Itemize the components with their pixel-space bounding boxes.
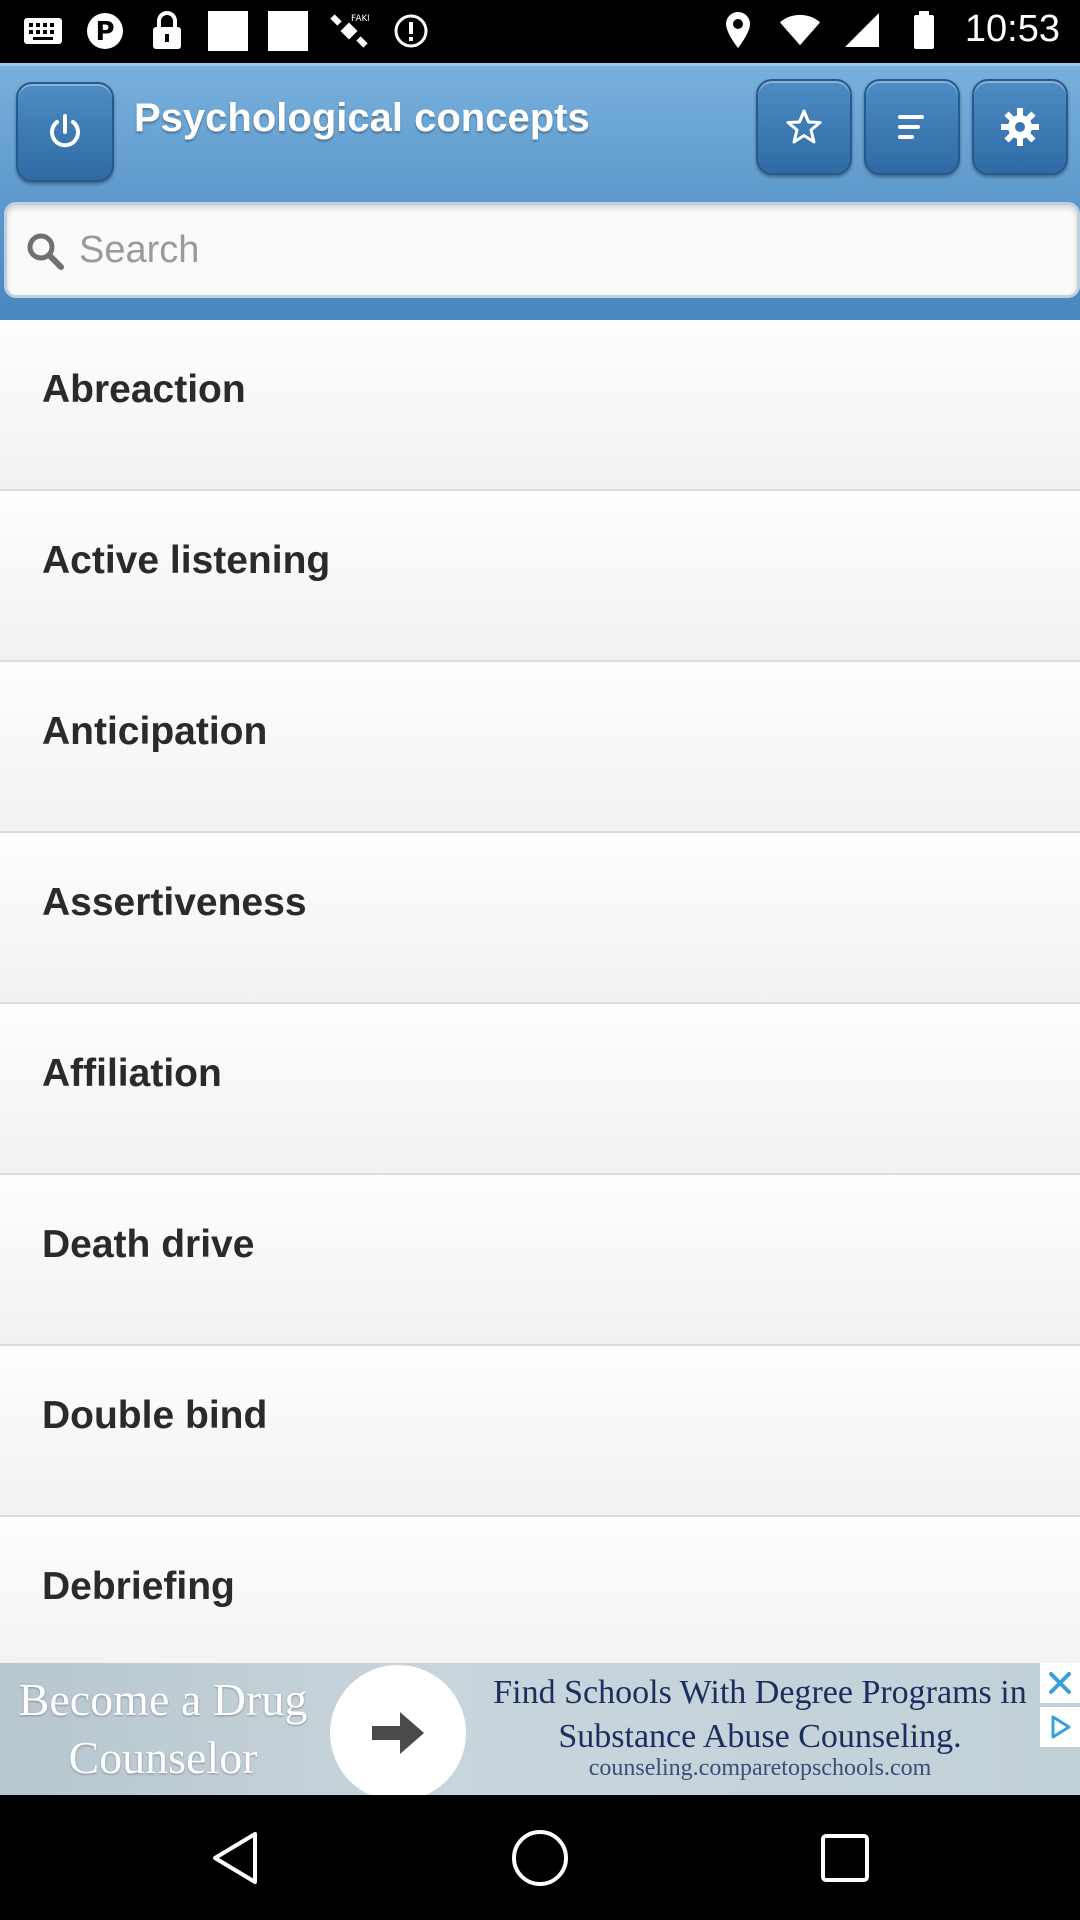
list-item[interactable]: Debriefing: [0, 1517, 1080, 1663]
navigation-bar: [0, 1795, 1080, 1920]
power-icon: [50, 114, 80, 148]
ad-banner[interactable]: Become a Drug Counselor Find Schools Wit…: [0, 1663, 1080, 1795]
keyboard-icon: [22, 10, 64, 52]
ad-close-button[interactable]: [1040, 1663, 1080, 1703]
location-icon: [717, 9, 759, 51]
list-icon: [898, 115, 924, 139]
close-icon: [1049, 1672, 1071, 1694]
svg-text:P: P: [95, 17, 114, 47]
ad-domain: counseling.comparetopschools.com: [588, 1755, 932, 1781]
list-item-label: Assertiveness: [42, 881, 307, 924]
ad-headline: Find Schools With Degree Programs in Sub…: [493, 1674, 1027, 1755]
ad-arrow-button[interactable]: [330, 1665, 466, 1795]
arrow-right-icon: [372, 1712, 424, 1754]
app-window: Psychological concepts Abreaction Active…: [0, 63, 1080, 1663]
clock: 10:53: [964, 8, 1060, 50]
status-bar: P FAKE 10:53: [0, 0, 1080, 63]
list-item[interactable]: Assertiveness: [0, 833, 1080, 1004]
list-item[interactable]: Affiliation: [0, 1004, 1080, 1175]
search-box[interactable]: [4, 202, 1080, 298]
list-item-label: Abreaction: [42, 368, 246, 411]
home-button[interactable]: [505, 1823, 575, 1893]
back-button[interactable]: [200, 1823, 270, 1893]
list-item-label: Anticipation: [42, 710, 268, 753]
ad-choices-icon: [1051, 1715, 1071, 1739]
header-bar: Psychological concepts: [0, 63, 1080, 320]
recents-button[interactable]: [810, 1823, 880, 1893]
search-icon: [27, 233, 64, 270]
list-item[interactable]: Abreaction: [0, 320, 1080, 491]
menu-button[interactable]: [864, 79, 960, 175]
list-item-label: Affiliation: [42, 1052, 222, 1095]
back-icon: [213, 1832, 257, 1884]
square-icon: [208, 11, 248, 51]
wifi-icon: [779, 9, 821, 51]
svg-text:FAKE: FAKE: [351, 14, 369, 24]
power-button[interactable]: [16, 82, 114, 182]
star-icon: [786, 109, 822, 144]
page-title: Psychological concepts: [134, 96, 590, 140]
favorites-button[interactable]: [756, 79, 852, 175]
list-item-label: Death drive: [42, 1223, 255, 1266]
signal-icon: [841, 9, 883, 51]
search-input[interactable]: [79, 211, 1059, 289]
square-icon: [268, 11, 308, 51]
lock-icon: [146, 10, 188, 52]
ad-choices-button[interactable]: [1040, 1707, 1080, 1747]
pinterest-icon: P: [84, 10, 126, 52]
home-icon: [512, 1830, 568, 1886]
recents-icon: [821, 1834, 869, 1882]
list-item-label: Debriefing: [42, 1565, 235, 1608]
concept-list: Abreaction Active listening Anticipation…: [0, 320, 1080, 1663]
list-item-label: Double bind: [42, 1394, 268, 1437]
list-item[interactable]: Anticipation: [0, 662, 1080, 833]
battery-icon: [903, 9, 945, 51]
list-item-label: Active listening: [42, 539, 331, 582]
list-item[interactable]: Active listening: [0, 491, 1080, 662]
list-item[interactable]: Double bind: [0, 1346, 1080, 1517]
gear-icon: [1001, 108, 1039, 146]
satellite-icon: FAKE: [328, 10, 370, 52]
alert-icon: [390, 10, 432, 52]
settings-button[interactable]: [972, 79, 1068, 175]
list-item[interactable]: Death drive: [0, 1175, 1080, 1346]
ad-left-text: Become a Drug Counselor: [18, 1674, 308, 1783]
